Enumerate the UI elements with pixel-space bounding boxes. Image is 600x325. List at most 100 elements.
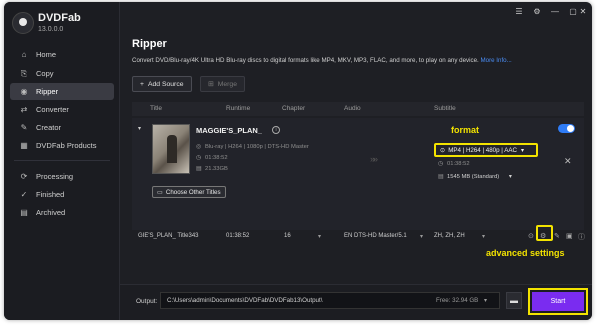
file-icon: ▤ [196,166,202,172]
products-icon: ▦ [20,141,28,150]
disc-icon: ◎ [196,144,202,150]
source-runtime: ◷ 01:38:52 [196,155,228,161]
track-subtitle: ZH, ZH, ZH [434,233,465,239]
add-source-button[interactable]: + Add Source [132,76,192,92]
title-track-row[interactable]: GIE'S_PLAN_ Title343 01:38:52 16 ▾ EN DT… [132,230,585,244]
converter-icon: ⇄ [20,105,28,114]
sidebar: DVDFab 13.0.0.0 ⌂ Home ⎘ Copy ◉ Ripper ⇄… [4,2,120,320]
sidebar-item-copy[interactable]: ⎘ Copy [10,65,114,82]
main-panel: Ripper Convert DVD/Blu-ray/4K Ultra HD B… [120,22,592,320]
start-button[interactable]: Start [532,292,584,311]
app-logo: DVDFab 13.0.0.0 [12,8,112,40]
app-version: 13.0.0.0 [38,26,64,33]
enable-toggle[interactable] [558,124,575,133]
annotation-format: format [451,125,480,135]
collapse-arrow-icon[interactable]: ▾ [138,126,141,132]
sidebar-item-label: Creator [36,123,62,132]
chevron-down-icon[interactable]: ▾ [420,233,423,240]
merge-label: Merge [217,80,237,88]
title-bar: ☰ ⚙ — ▢ ✕ [120,2,592,22]
menu-icon[interactable]: ☰ [514,7,524,17]
column-title: Title [150,105,163,112]
output-runtime: ◷ 01:38:52 [438,161,470,167]
movie-card: ▾ MAGGIE'S_PLAN_ i ◎ Blu-ray | H264 | 108… [132,118,584,230]
annotation-advanced-box [536,225,553,241]
app-window: DVDFab 13.0.0.0 ⌂ Home ⎘ Copy ◉ Ripper ⇄… [4,2,592,320]
output-size-selector[interactable]: ▤ 1545 MB (Standard) ▾ [438,174,512,180]
minimize-icon[interactable]: — [550,7,560,17]
choose-titles-label: Choose Other Titles [165,188,221,196]
info-icon[interactable]: i [272,126,280,134]
output-size-text: 1545 MB (Standard) [447,174,500,180]
close-icon[interactable]: ✕ [578,7,588,17]
output-runtime-text: 01:38:52 [447,161,470,167]
start-highlight: Start [528,288,588,315]
sidebar-item-home[interactable]: ⌂ Home [10,46,114,63]
home-icon: ⌂ [21,50,27,59]
more-info-link[interactable]: More Info... [480,57,511,64]
annotation-advanced-settings: advanced settings [486,248,565,258]
merge-button[interactable]: ⊞ Merge [200,76,245,92]
track-title: GIE'S_PLAN_ Title343 [138,233,199,239]
format-text: MP4 | H264 | 480p | AAC [448,146,517,154]
sidebar-item-archived[interactable]: ▤ Archived [10,204,114,221]
chevron-down-icon: ▾ [520,146,525,154]
remove-icon[interactable]: ✕ [564,156,572,167]
sidebar-item-label: Ripper [36,87,59,96]
source-size: ▤ 21.33GB [196,166,228,172]
description-text: Convert DVD/Blu-ray/4K Ultra HD Blu-ray … [132,57,479,64]
sidebar-item-processing[interactable]: ⟳ Processing [10,168,114,185]
archived-icon: ▤ [20,208,28,217]
add-source-label: Add Source [147,80,184,88]
sidebar-item-finished[interactable]: ✓ Finished [10,186,114,203]
sidebar-item-converter[interactable]: ⇄ Converter [10,101,114,118]
chevron-down-icon[interactable]: ▾ [318,233,321,240]
chevron-down-icon[interactable]: ▾ [484,297,487,304]
sidebar-item-creator[interactable]: ✎ Creator [10,119,114,136]
creator-icon: ✎ [20,123,28,132]
sidebar-item-label: Copy [36,69,54,78]
file-icon: ▤ [438,174,444,180]
format-selector[interactable]: ⊙ MP4 | H264 | 480p | AAC ▾ [434,143,538,157]
sidebar-item-dvdfab-products[interactable]: ▦ DVDFab Products [10,137,114,154]
page-title: Ripper [132,38,167,50]
folder-icon[interactable]: ▬ [506,292,522,309]
choose-other-titles-button[interactable]: ▭ Choose Other Titles [152,186,226,198]
sidebar-item-label: Home [36,50,57,59]
copy-icon: ⎘ [20,68,28,78]
output-path-text: C:\Users\admin\Documents\DVDFab\DVDFab13… [167,297,323,304]
sidebar-item-label: DVDFab Products [36,141,97,150]
track-chapter: 16 [284,233,291,239]
free-space: Free: 32.94 GB ▾ [436,297,487,304]
info-icon[interactable]: ⓘ [578,232,585,242]
list-icon: ▭ [157,188,163,196]
format-icon: ⊙ [440,146,446,154]
page-description: Convert DVD/Blu-ray/4K Ultra HD Blu-ray … [132,57,512,64]
preview-icon[interactable]: ⊙ [528,232,534,240]
app-name: DVDFab [38,12,81,24]
clock-icon: ◷ [438,161,444,167]
clock-icon: ◷ [196,155,202,161]
column-audio: Audio [344,105,361,112]
image-icon[interactable]: ▣ [566,232,573,240]
sidebar-item-label: Processing [36,172,74,181]
ripper-icon: ◉ [20,87,28,96]
movie-title: MAGGIE'S_PLAN_ [196,126,262,135]
restore-icon[interactable]: ▢ [568,7,578,17]
sidebar-item-label: Converter [36,105,69,114]
plus-icon: + [140,80,144,88]
edit-icon[interactable]: ✎ [554,232,560,240]
free-space-text: Free: 32.94 GB [436,297,479,304]
track-audio: EN DTS-HD Master/5.1 [344,233,407,239]
sidebar-item-ripper[interactable]: ◉ Ripper [10,83,114,100]
table-header: Title Runtime Chapter Audio Subtitle [132,102,584,116]
source-info-text: Blu-ray | H264 | 1080p | DTS-HD Master [205,144,309,150]
output-label: Output: [136,298,158,305]
convert-arrow-icon: »» [370,154,378,164]
chevron-down-icon[interactable]: ▾ [482,233,485,240]
settings-icon[interactable]: ⚙ [532,7,542,17]
chevron-down-icon: ▾ [508,174,512,180]
merge-icon: ⊞ [208,81,214,88]
output-bar: Output: C:\Users\admin\Documents\DVDFab\… [120,284,592,320]
column-runtime: Runtime [226,105,251,112]
